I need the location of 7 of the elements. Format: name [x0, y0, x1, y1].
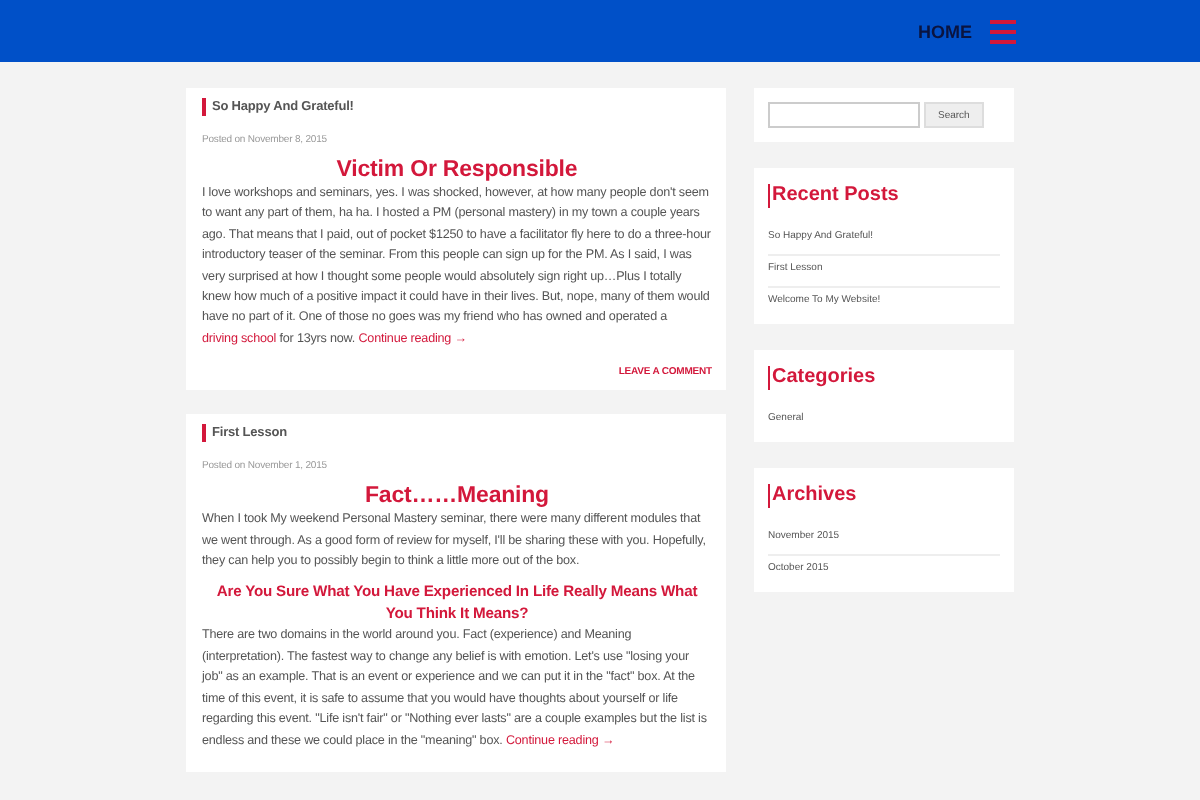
post-title[interactable]: Fact……Meaning [202, 484, 712, 511]
widget-title: Archives [768, 484, 1000, 508]
widget-title: Recent Posts [768, 184, 1000, 208]
widget-title: Categories [768, 366, 1000, 390]
search-field[interactable] [768, 102, 920, 128]
post-title[interactable]: Victim Or Responsible [202, 158, 712, 184]
menu-icon[interactable] [990, 17, 1016, 45]
